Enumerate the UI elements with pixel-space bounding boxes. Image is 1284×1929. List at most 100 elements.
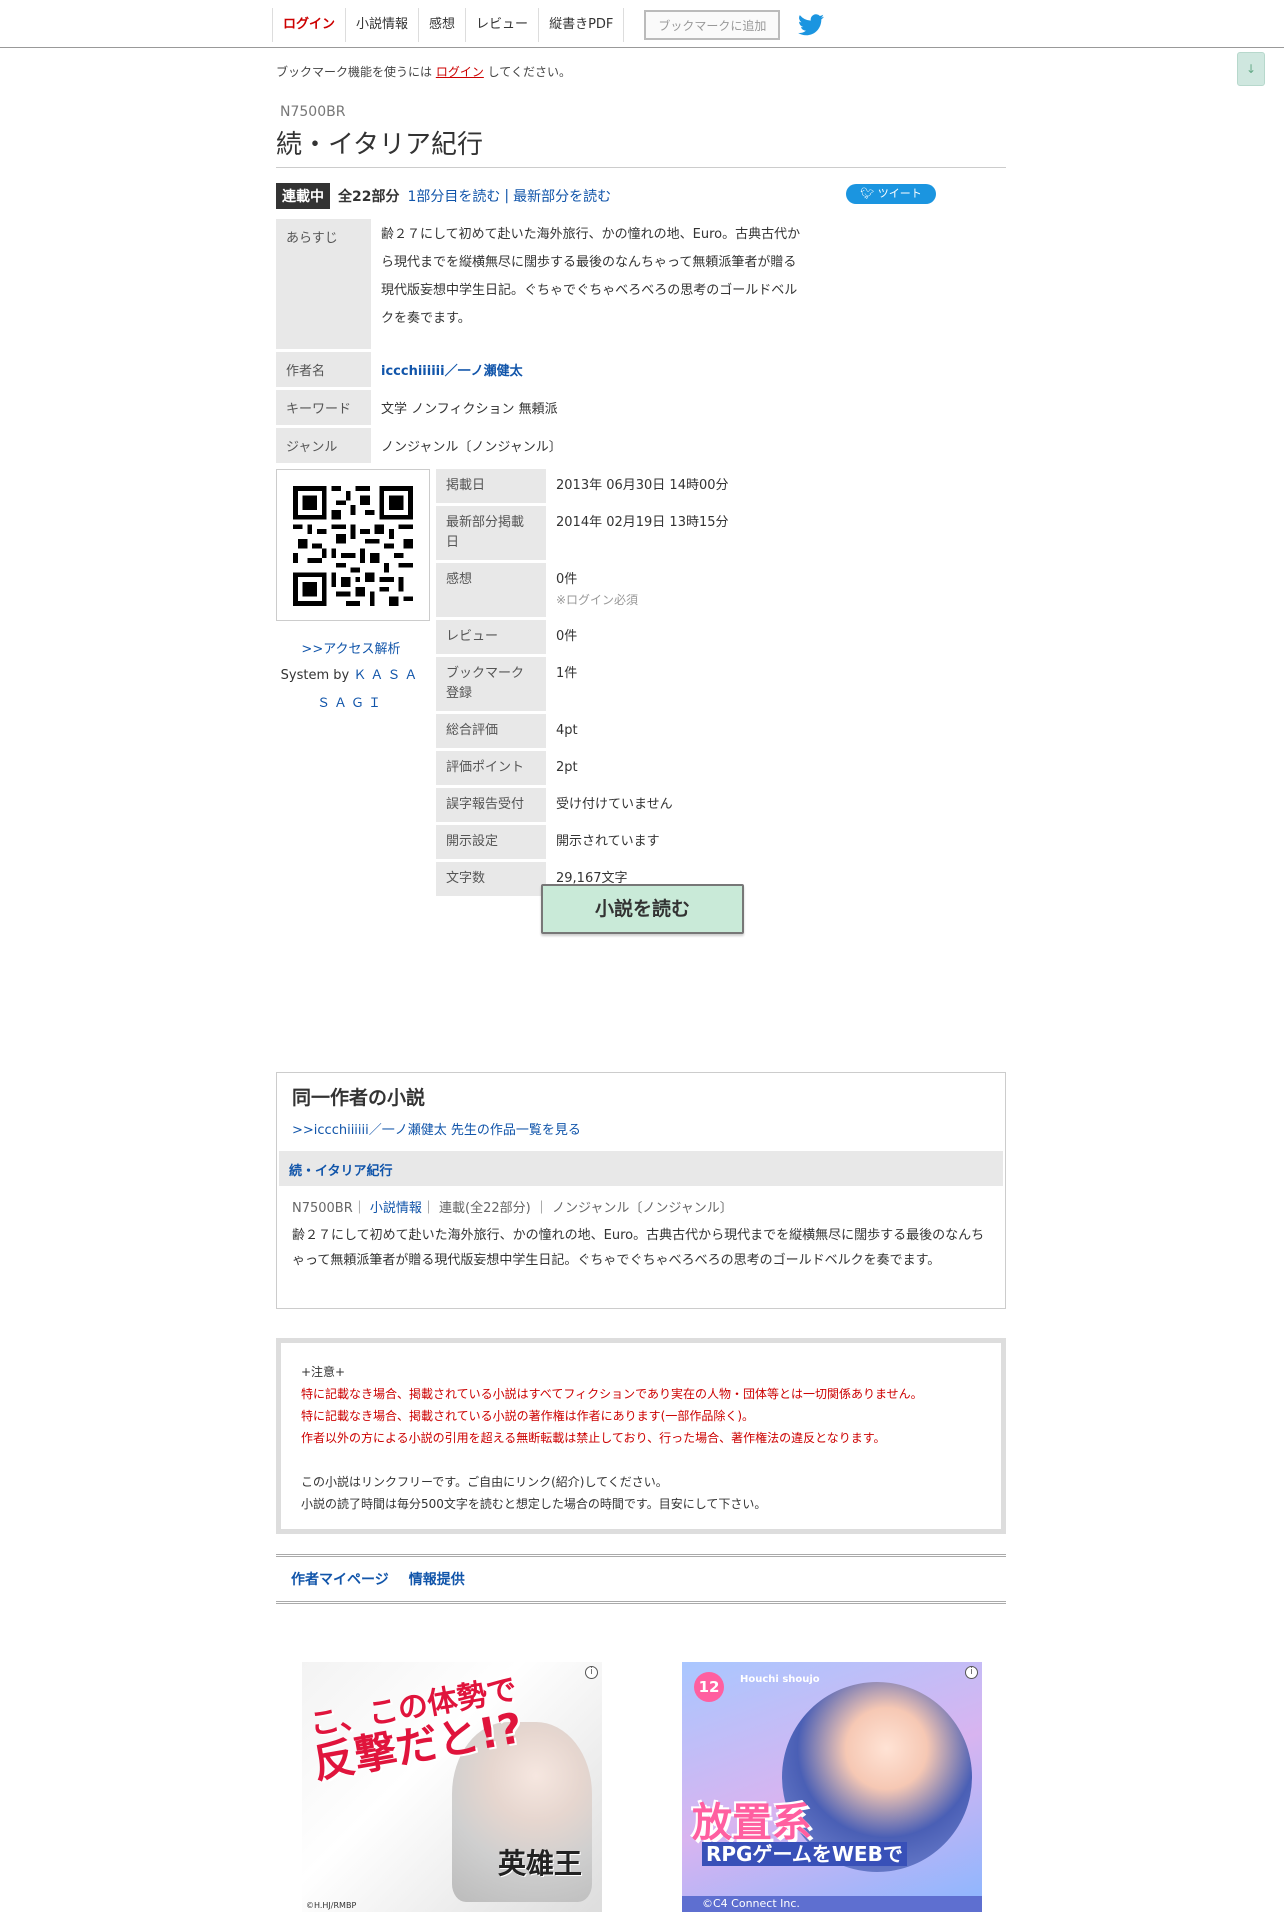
synopsis-label: あらすじ [276, 219, 371, 349]
total-parts: 全22部分 [338, 189, 400, 205]
notice-gap [301, 1449, 981, 1471]
scroll-down-button[interactable]: ↓ [1237, 52, 1265, 86]
notice-line-5: 小説の読了時間は毎分500文字を読むと想定した場合の時間です。目安にして下さい。 [301, 1497, 767, 1511]
notice-line-2: 特に記載なき場合、掲載されている小説の著作権は作者にあります(一部作品除く)。 [301, 1409, 755, 1423]
qr-code-icon [293, 486, 413, 606]
disclosure-row: 開示設定 開示されています [436, 825, 936, 859]
published-value: 2013年 06月30日 14時00分 [556, 478, 729, 493]
same-author-item-bar: 続・イタリア紀行 [279, 1151, 1003, 1186]
login-note-before: ブックマーク機能を使うには [276, 65, 436, 79]
genre-row: ジャンル ノンジャンル〔ノンジャンル〕 [276, 428, 816, 463]
latest-label: 最新部分掲載日 [436, 506, 546, 560]
typo-label: 誤字報告受付 [436, 788, 546, 822]
typo-value: 受け付けていません [556, 797, 673, 812]
keyword-label: キーワード [276, 390, 371, 425]
system-by-label: System by [280, 668, 354, 683]
published-row: 掲載日 2013年 06月30日 14時00分 [436, 469, 936, 503]
total-label: 総合評価 [436, 714, 546, 748]
same-author-item-meta: N7500BR｜ 小説情報｜ 連載(全22部分) ｜ ノンジャンル〔ノンジャンル… [292, 1197, 733, 1216]
read-latest-link[interactable]: 最新部分を読む [513, 186, 611, 206]
twitter-bird-icon: 🐦︎ [860, 187, 878, 200]
synopsis-text: 齢２７にして初めて赴いた海外旅行、かの憧れの地、Euro。古典古代から現代までを… [381, 227, 801, 326]
system-by: System by ＫＡＳＡＳＡＧＩ [276, 662, 426, 718]
novel-info-table: あらすじ 齢２７にして初めて赴いた海外旅行、かの憧れの地、Euro。古典古代から… [276, 216, 816, 466]
genre-value: ノンジャンル〔ノンジャンル〕 [381, 440, 562, 455]
review-label: レビュー [436, 620, 546, 654]
novel-title: 続・イタリア紀行 [276, 124, 1006, 168]
same-author-section: 同一作者の小説 >>iccchiiiiii／一ノ瀬健太 先生の作品一覧を見る 続… [276, 1072, 1006, 1309]
notice-heading: +注意+ [301, 1365, 346, 1379]
points-value: 2pt [556, 760, 578, 775]
same-author-item-description: 齢２７にして初めて赴いた海外旅行、かの憧れの地、Euro。古典古代から現代までを… [292, 1228, 985, 1268]
status-row: 連載中 全22部分 1部分目を読む | 最新部分を読む 🐦︎ ツイート [276, 183, 1006, 209]
disclosure-value: 開示されています [556, 834, 660, 849]
published-label: 掲載日 [436, 469, 546, 503]
ad1-copyright: ©H.HJ/RMBP [306, 1901, 357, 1910]
status-badge: 連載中 [276, 183, 330, 209]
tweet-button[interactable]: 🐦︎ ツイート [846, 184, 936, 204]
footer-links: 作者マイページ 情報提供 [276, 1554, 1006, 1604]
meta-code: N7500BR｜ [292, 1201, 370, 1216]
ad1-logo: 英雄王 [497, 1847, 582, 1880]
login-note-after: してください。 [483, 65, 571, 79]
disclosure-label: 開示設定 [436, 825, 546, 859]
review-value: 0件 [556, 629, 578, 644]
ad-info-icon[interactable]: i [965, 1666, 978, 1679]
author-row: 作者名 iccchiiiiii／一ノ瀬健太 [276, 352, 816, 387]
meta-info-link[interactable]: 小説情報 [370, 1201, 422, 1216]
points-row: 評価ポイント 2pt [436, 751, 936, 785]
login-required-note: ※ログイン必須 [556, 593, 639, 607]
link-separator: | [504, 188, 510, 204]
twitter-icon[interactable] [798, 13, 825, 37]
chars-label: 文字数 [436, 862, 546, 896]
ad2-copyright: ©C4 Connect Inc. [682, 1896, 982, 1912]
top-nav-items: ログイン 小説情報 感想 レビュー 縦書きPDF ブックマークに追加 [272, 8, 825, 42]
bookmark-row: ブックマーク登録 1件 [436, 657, 936, 711]
synopsis-row: あらすじ 齢２７にして初めて赴いた海外旅行、かの憧れの地、Euro。古典古代から… [276, 219, 816, 349]
bookmark-label: ブックマーク登録 [436, 657, 546, 711]
author-mypage-link[interactable]: 作者マイページ [291, 1569, 389, 1589]
notice-line-4: この小説はリンクフリーです。ご自由にリンク(紹介)してください。 [301, 1475, 668, 1489]
login-note-link[interactable]: ログイン [436, 65, 484, 79]
same-author-item-title[interactable]: 続・イタリア紀行 [289, 1160, 392, 1179]
genre-label: ジャンル [276, 428, 371, 463]
latest-value: 2014年 02月19日 13時15分 [556, 515, 729, 530]
read-first-link[interactable]: 1部分目を読む [407, 186, 500, 206]
keyword-values: 文学 ノンフィクション 無頼派 [381, 402, 558, 417]
notice-line-1: 特に記載なき場合、掲載されている小説はすべてフィクションであり実在の人物・団体等… [301, 1387, 923, 1401]
nav-vertical-pdf-link[interactable]: 縦書きPDF [539, 8, 625, 42]
nav-review-link[interactable]: レビュー [466, 8, 540, 42]
author-works-list-link[interactable]: >>iccchiiiiii／一ノ瀬健太 先生の作品一覧を見る [292, 1119, 581, 1138]
login-note: ブックマーク機能を使うには ログイン してください。 [276, 63, 571, 80]
access-analysis-link[interactable]: >>アクセス解析 [276, 638, 426, 657]
ad2-headline: 放置系 [692, 1800, 812, 1846]
points-label: 評価ポイント [436, 751, 546, 785]
notice-box: +注意+ 特に記載なき場合、掲載されている小説はすべてフィクションであり実在の人… [276, 1338, 1006, 1534]
top-nav: ログイン 小説情報 感想 レビュー 縦書きPDF ブックマークに追加 [0, 0, 1284, 48]
ad2-brand: Houchi shoujo [740, 1674, 820, 1685]
keyword-row: キーワード 文学 ノンフィクション 無頼派 [276, 390, 816, 425]
nav-login-link[interactable]: ログイン [273, 8, 347, 42]
bookmark-value: 1件 [556, 666, 578, 681]
typo-row: 誤字報告受付 受け付けていません [436, 788, 936, 822]
tweet-label: ツイート [877, 187, 922, 200]
nav-novel-info-link[interactable]: 小説情報 [346, 8, 420, 42]
impressions-label: 感想 [436, 563, 546, 617]
ad-info-icon[interactable]: i [585, 1666, 598, 1679]
total-value: 4pt [556, 723, 578, 738]
ad-banner-2[interactable]: 12 Houchi shoujo 放置系 RPGゲームをWEBで ©C4 Con… [682, 1662, 982, 1912]
nav-impressions-link[interactable]: 感想 [419, 8, 467, 42]
ad-banner-1[interactable]: こ、この体勢で 反撃だと!? 英雄王 ©H.HJ/RMBP i [302, 1662, 602, 1912]
impressions-row: 感想 0件 ※ログイン必須 [436, 563, 936, 617]
author-label: 作者名 [276, 352, 371, 387]
notice-line-3: 作者以外の方による小説の引用を超える無断転載は禁止しており、行った場合、著作権法… [301, 1431, 886, 1445]
review-row: レビュー 0件 [436, 620, 936, 654]
report-info-link[interactable]: 情報提供 [409, 1569, 465, 1589]
total-row: 総合評価 4pt [436, 714, 936, 748]
add-bookmark-button[interactable]: ブックマークに追加 [644, 10, 781, 40]
same-author-heading: 同一作者の小説 [292, 1087, 426, 1109]
author-link[interactable]: iccchiiiiii／一ノ瀬健太 [381, 364, 523, 379]
novel-stats-table: 掲載日 2013年 06月30日 14時00分 最新部分掲載日 2014年 02月1… [436, 466, 936, 899]
qr-code-box [276, 469, 430, 621]
read-novel-button[interactable]: 小説を読む [541, 884, 744, 934]
